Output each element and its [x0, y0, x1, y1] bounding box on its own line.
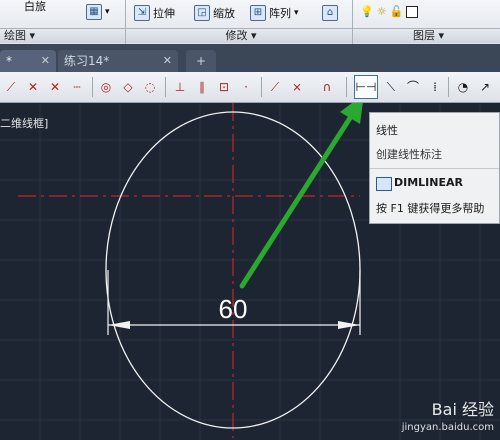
tab-practice-14[interactable]: 练习14* ✕ [58, 50, 178, 72]
array-icon: ⊞ [250, 5, 266, 21]
snap-insert-icon[interactable]: ⊡ [215, 78, 233, 96]
snap-nearest-icon[interactable]: ⟋ [266, 78, 284, 96]
tooltip-description: 创建线性标注 [376, 148, 442, 161]
arc-length-icon[interactable]: ⌒ [404, 78, 422, 96]
close-icon[interactable]: ✕ [41, 50, 50, 72]
scale-label: 缩放 [213, 7, 235, 20]
snap-none-icon[interactable]: ⨯ [288, 78, 306, 96]
layer-tool-button[interactable]: ⌂ [322, 5, 338, 21]
layer-state-controls[interactable]: 💡 ☼ 🔓 [360, 5, 421, 18]
annotation-arrow [239, 103, 363, 289]
snap-parallel-icon[interactable]: ∥ [193, 78, 211, 96]
command-icon [376, 177, 392, 191]
tab-current-drawing[interactable]: * ✕ [0, 50, 56, 72]
viewport-label[interactable]: 二维线框] [0, 115, 48, 131]
linear-dimension-icon[interactable]: ⊢⊣ [354, 75, 378, 99]
watermark-brand: Bai 经验 [431, 400, 494, 419]
dimension-value: 60 [219, 294, 248, 324]
grid-tool-button[interactable]: ▦ ▾ [86, 4, 110, 20]
toolbar-separator [165, 77, 166, 97]
sun-icon: ☼ [376, 5, 387, 18]
layers-panel-label: 图层 ▾ [412, 29, 445, 42]
toolbar-separator [346, 77, 347, 97]
modify-panel-title[interactable]: 修改 ▾ [126, 28, 352, 43]
draw-panel-title[interactable]: 绘图 ▾ [0, 28, 125, 43]
array-label: 阵列 [269, 7, 291, 20]
tab-label: * [6, 54, 12, 68]
snap-settings-icon[interactable]: ∩ [318, 78, 336, 96]
array-button[interactable]: ⊞ 阵列 ▾ [250, 5, 299, 21]
snap-tangent-icon[interactable]: ◌ [141, 78, 159, 96]
modify-panel-label: 修改 ▾ [225, 29, 257, 42]
document-tabs: * ✕ 练习14* ✕ + [0, 44, 500, 73]
snap-extension-icon[interactable]: ┄ [68, 78, 86, 96]
toolbar-separator [261, 77, 262, 97]
tooltip-title: 线性 [376, 124, 398, 137]
ribbon: 白旅 ▦ ▾ ⇲ 拉伸 ◲ 缩放 ⊞ 阵列 ▾ ⌂ 💡 ☼ 🔓 绘图 ▾ 修改 ▾ … [0, 0, 500, 45]
plus-icon: + [195, 54, 207, 68]
snap-perpendicular-icon[interactable]: ⊥ [171, 78, 189, 96]
aligned-dimension-icon[interactable]: ⟍ [382, 78, 400, 96]
snap-intersection-icon[interactable]: ✕ [24, 78, 42, 96]
ordinate-dimension-icon[interactable]: ⁞ [426, 78, 444, 96]
radius-dimension-icon[interactable]: ◔ [454, 78, 472, 96]
tooltip: 线性 创建线性标注 DIMLINEAR 按 F1 键获得更多帮助 [369, 112, 500, 224]
layers-panel-title[interactable]: 图层 ▾ [353, 28, 500, 43]
lock-icon: 🔓 [389, 5, 404, 18]
new-tab-button[interactable]: + [186, 50, 216, 72]
jogged-dimension-icon[interactable]: ↗ [476, 78, 494, 96]
stretch-button[interactable]: ⇲ 拉伸 [134, 5, 175, 21]
layer-icon: ⌂ [322, 5, 338, 21]
snap-node-icon[interactable]: · [237, 78, 255, 96]
watermark-url: jingyan.baidu.com [401, 422, 494, 433]
toolbar-separator [92, 77, 93, 97]
snap-apparent-intersection-icon[interactable]: ✕ [46, 78, 64, 96]
color-swatch-icon [406, 5, 419, 18]
draw-tool-label: 白旅 [24, 0, 46, 13]
snap-endpoint-icon[interactable]: ⟋ [2, 78, 20, 96]
stretch-label: 拉伸 [153, 7, 175, 20]
toolbar-separator [448, 77, 449, 97]
tooltip-help: 按 F1 键获得更多帮助 [376, 202, 485, 215]
tab-label: 练习14* [64, 54, 110, 68]
bulb-icon: 💡 [360, 5, 374, 18]
draw-tool-cut[interactable]: 白旅 [24, 0, 46, 14]
scale-icon: ◲ [194, 5, 210, 21]
close-icon[interactable]: ✕ [163, 50, 172, 72]
draw-panel-label: 绘图 ▾ [4, 29, 36, 42]
object-snap-toolbar: ⟋ ✕ ✕ ┄ ◎ ◇ ◌ ⊥ ∥ ⊡ · ⟋ ⨯ ∩ ⊢⊣ ⟍ ⌒ ⁞ ◔ ↗ [0, 72, 500, 103]
snap-quadrant-icon[interactable]: ◇ [119, 78, 137, 96]
snap-center-icon[interactable]: ◎ [97, 78, 115, 96]
scale-button[interactable]: ◲ 缩放 [194, 5, 235, 21]
grid-icon: ▦ [86, 4, 102, 20]
tooltip-divider [370, 168, 499, 169]
tooltip-command: DIMLINEAR [394, 176, 463, 189]
stretch-icon: ⇲ [134, 5, 150, 21]
